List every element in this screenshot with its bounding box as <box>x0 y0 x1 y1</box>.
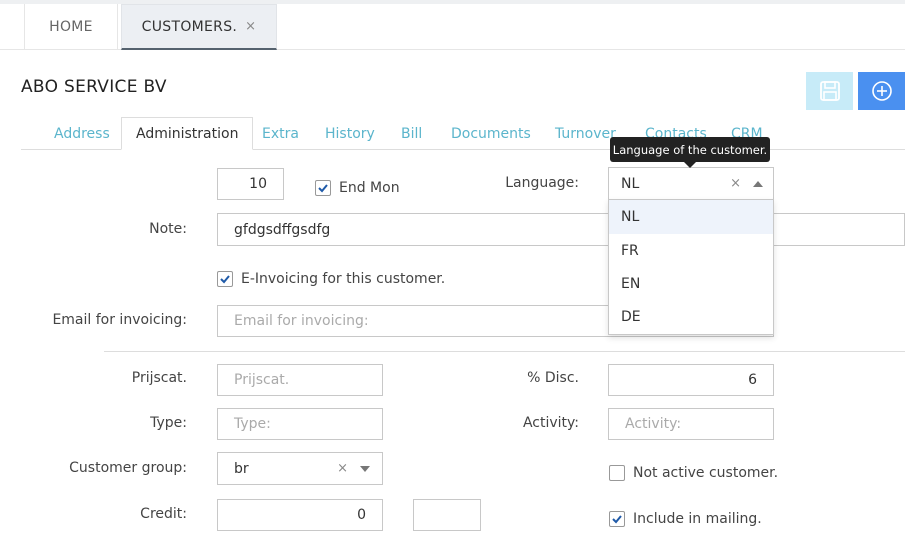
chevron-up-icon <box>753 180 763 187</box>
type-input[interactable]: Type: <box>217 408 383 440</box>
disc-input[interactable]: 6 <box>608 364 774 396</box>
activity-input[interactable]: Activity: <box>608 408 774 440</box>
tooltip-arrow <box>684 162 696 168</box>
tab-bill[interactable]: Bill <box>401 117 422 150</box>
customer-group-select[interactable]: br × <box>217 452 383 485</box>
clear-icon[interactable]: × <box>730 176 741 191</box>
mailing-label: Include in mailing. <box>633 511 762 527</box>
customer-group-value: br <box>234 460 249 477</box>
tab-turnover[interactable]: Turnover <box>555 117 616 150</box>
einvoicing-checkbox[interactable] <box>217 271 233 287</box>
days-input[interactable]: 10 <box>217 168 284 200</box>
add-button[interactable] <box>858 72 905 110</box>
language-option-fr[interactable]: FR <box>609 234 773 268</box>
end-mon-checkbox[interactable] <box>315 180 331 196</box>
language-value: NL <box>621 175 640 192</box>
language-option-en[interactable]: EN <box>609 267 773 301</box>
email-label: Email for invoicing: <box>52 312 187 328</box>
close-tab-icon[interactable]: × <box>245 19 256 34</box>
language-option-nl[interactable]: NL <box>609 200 773 234</box>
tab-extra[interactable]: Extra <box>262 117 299 150</box>
credit-input[interactable]: 0 <box>217 499 383 531</box>
tab-history[interactable]: History <box>325 117 375 150</box>
section-divider <box>104 351 905 352</box>
credit-label: Credit: <box>140 506 187 522</box>
end-mon-label: End Mon <box>339 180 400 196</box>
language-option-de[interactable]: DE <box>609 300 773 334</box>
language-dropdown: NL FR EN DE <box>608 199 774 335</box>
email-placeholder: Email for invoicing: <box>234 313 369 329</box>
days-value: 10 <box>249 176 267 192</box>
prijscat-label: Prijscat. <box>131 370 187 386</box>
not-active-checkbox[interactable] <box>609 465 625 481</box>
app-tab-home[interactable]: HOME <box>24 4 118 50</box>
credit-value: 0 <box>357 507 366 523</box>
language-tooltip: Language of the customer. <box>610 137 770 162</box>
activity-placeholder: Activity: <box>625 416 682 432</box>
credit-extra-input[interactable] <box>413 499 481 531</box>
language-label: Language: <box>505 175 579 191</box>
app-tab-customers[interactable]: CUSTOMERS. × <box>121 4 277 50</box>
customer-name: ABO SERVICE BV <box>21 77 167 97</box>
disc-label: % Disc. <box>527 370 579 386</box>
checkmark-icon <box>220 275 230 284</box>
save-button[interactable] <box>806 72 853 110</box>
app-tab-customers-label: CUSTOMERS. <box>141 18 238 35</box>
checkmark-icon <box>318 184 328 193</box>
type-placeholder: Type: <box>234 416 271 432</box>
plus-circle-icon <box>871 81 892 101</box>
note-label: Note: <box>149 221 187 237</box>
customer-group-label: Customer group: <box>69 460 187 476</box>
clear-icon[interactable]: × <box>337 461 348 476</box>
prijscat-input[interactable]: Prijscat. <box>217 364 383 396</box>
disc-value: 6 <box>748 372 757 388</box>
tab-administration[interactable]: Administration <box>121 117 254 150</box>
not-active-label: Not active customer. <box>633 465 779 481</box>
app-tab-home-label: HOME <box>49 19 93 35</box>
tab-address[interactable]: Address <box>54 117 110 150</box>
tab-documents[interactable]: Documents <box>451 117 531 150</box>
note-input[interactable]: gfdgsdffgsdfg <box>217 213 905 246</box>
type-label: Type: <box>150 415 187 431</box>
save-icon <box>819 81 840 101</box>
note-value: gfdgsdffgsdfg <box>234 221 331 238</box>
activity-label: Activity: <box>522 415 579 431</box>
einvoicing-label: E-Invoicing for this customer. <box>241 271 446 287</box>
language-select[interactable]: NL × <box>608 167 774 200</box>
prijscat-placeholder: Prijscat. <box>234 372 290 388</box>
mailing-checkbox[interactable] <box>609 511 625 527</box>
checkmark-icon <box>612 515 622 524</box>
chevron-down-icon <box>360 465 370 472</box>
